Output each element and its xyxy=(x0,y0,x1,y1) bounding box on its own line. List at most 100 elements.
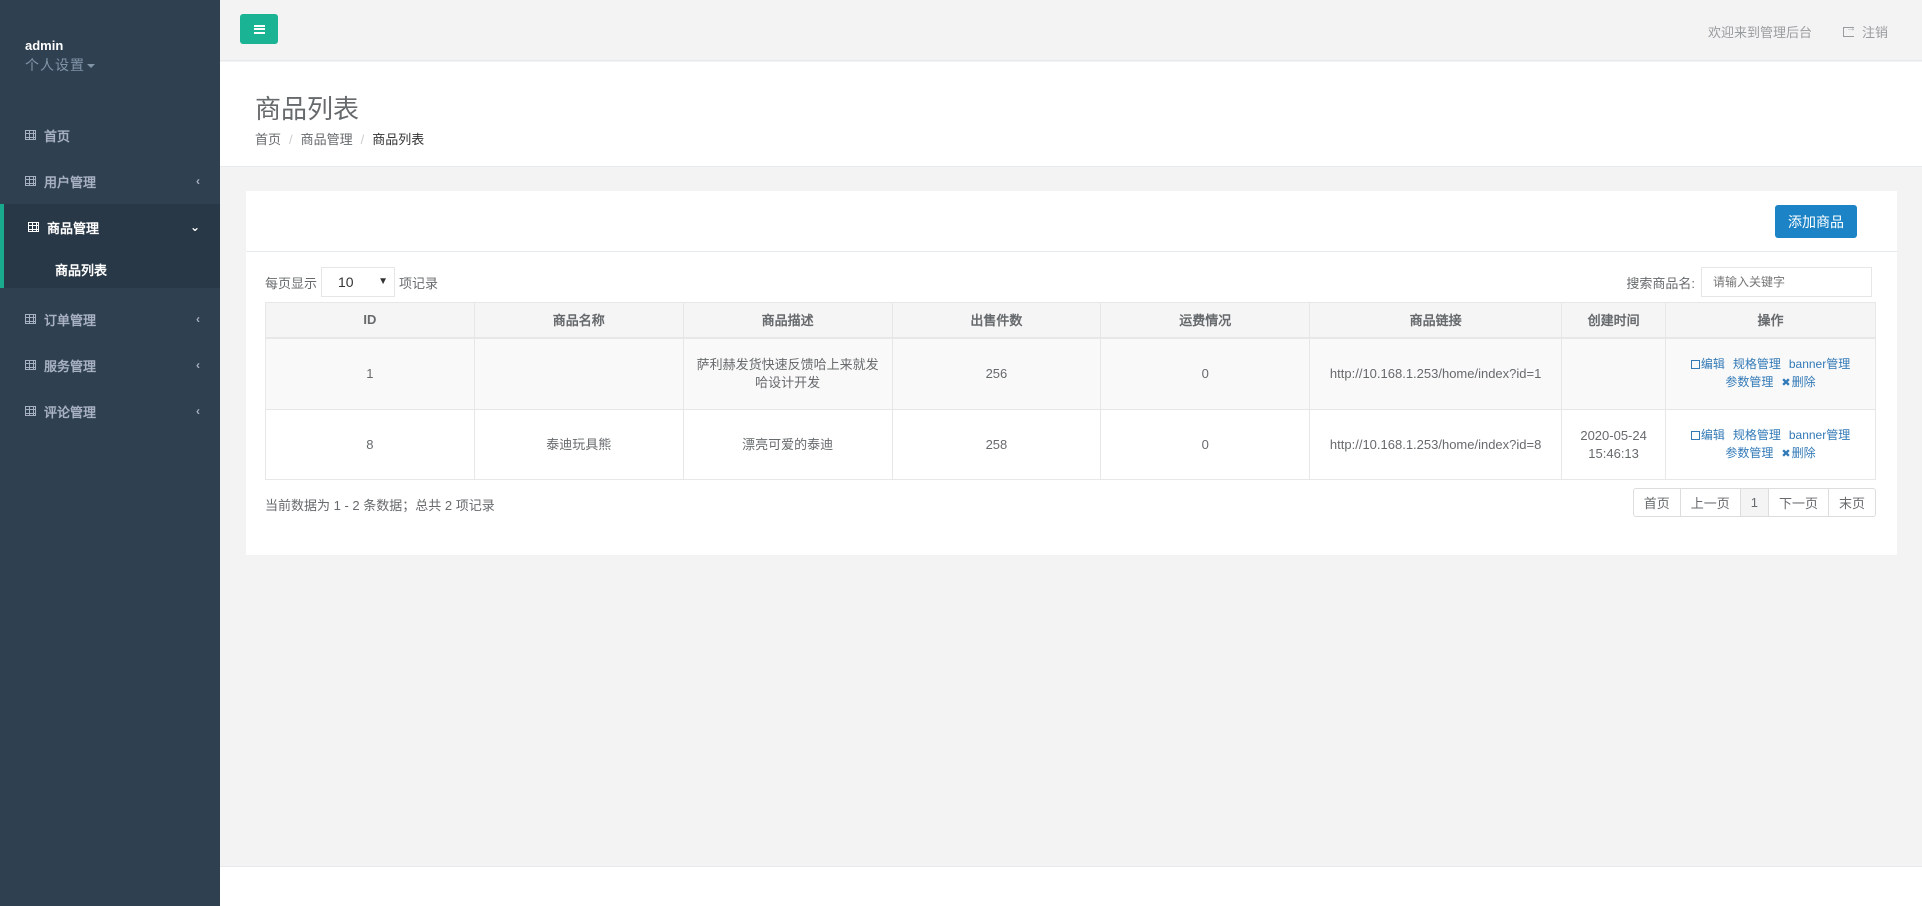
table-icon xyxy=(25,176,36,186)
table-icon xyxy=(25,130,36,140)
cell-name xyxy=(473,337,684,410)
cell-actions: 编辑 规格管理 banner管理 参数管理 ✖删除 xyxy=(1665,337,1876,410)
sidebar-item-users[interactable]: 用户管理 ‹ xyxy=(0,158,220,204)
sidebar-subitem-goods-list[interactable]: 商品列表 xyxy=(4,250,220,288)
sign-out-icon xyxy=(1842,23,1856,37)
sidebar-item-label: 首页 xyxy=(44,128,71,144)
table-icon xyxy=(25,406,36,416)
content-panel: 添加商品 每页显示 10 ▼ 项记录 搜索商品名: ID 商品名称 商品描述 出… xyxy=(246,191,1897,555)
profile-settings-label: 个人设置 xyxy=(25,57,85,73)
column-header-created[interactable]: 创建时间 xyxy=(1561,302,1667,339)
cell-sold: 258 xyxy=(891,409,1102,480)
add-goods-button[interactable]: 添加商品 xyxy=(1775,205,1857,238)
page-size-value: 10 xyxy=(338,274,354,290)
caret-down-icon xyxy=(87,64,95,69)
chevron-left-icon: ‹ xyxy=(196,358,200,372)
table-row: 8 泰迪玩具熊 漂亮可爱的泰迪 258 0 http://10.168.1.25… xyxy=(265,409,1876,480)
page-size-control: 每页显示 10 ▼ 项记录 xyxy=(265,267,438,297)
table-info: 当前数据为 1 - 2 条数据；总共 2 项记录 xyxy=(265,498,495,513)
sidebar-item-services[interactable]: 服务管理 ‹ xyxy=(0,342,220,388)
search-label: 搜索商品名: xyxy=(1626,275,1695,291)
pagination: 首页 上一页 1 下一页 末页 xyxy=(1632,488,1876,517)
page-size-select[interactable]: 10 ▼ xyxy=(321,267,396,297)
delete-label: 删除 xyxy=(1791,375,1816,390)
sidebar-item-goods[interactable]: 商品管理 ⌄ xyxy=(4,204,220,250)
table-row: 1 萨利赫发货快速反馈哈上来就发哈设计开发 256 0 http://10.16… xyxy=(265,337,1876,410)
profile-name: admin xyxy=(25,38,64,53)
panel-header: 添加商品 xyxy=(246,191,1897,252)
spec-link[interactable]: 规格管理 xyxy=(1733,357,1781,371)
logout-link[interactable]: 注销 xyxy=(1842,22,1888,41)
sidebar-subitem-label: 商品列表 xyxy=(55,262,108,278)
edit-icon xyxy=(1690,431,1700,440)
welcome-text: 欢迎来到管理后台 xyxy=(1707,25,1812,40)
cell-created: 2020-05-24 15:46:13 xyxy=(1561,409,1667,480)
close-icon: ✖ xyxy=(1781,377,1791,390)
breadcrumb-current: 商品列表 xyxy=(372,132,425,147)
page-heading: 商品列表 首页 / 商品管理 / 商品列表 xyxy=(220,62,1922,167)
column-header-sold[interactable]: 出售件数 xyxy=(891,302,1102,339)
column-header-desc[interactable]: 商品描述 xyxy=(682,302,893,339)
pager-current-page[interactable]: 1 xyxy=(1739,488,1769,517)
sidebar-item-home[interactable]: 首页 xyxy=(0,112,220,158)
hamburger-icon xyxy=(253,24,265,34)
column-header-freight[interactable]: 运费情况 xyxy=(1100,302,1311,339)
edit-link[interactable]: 编辑 xyxy=(1690,428,1725,442)
banner-link[interactable]: banner管理 xyxy=(1789,428,1850,442)
chevron-left-icon: ‹ xyxy=(196,404,200,418)
delete-label: 删除 xyxy=(1791,446,1816,460)
menu-toggle-button[interactable] xyxy=(240,14,278,44)
sidebar-item-label: 评论管理 xyxy=(44,404,97,420)
banner-link[interactable]: banner管理 xyxy=(1789,357,1850,371)
edit-icon xyxy=(1690,360,1700,370)
search-input[interactable] xyxy=(1701,267,1872,297)
column-header-link[interactable]: 商品链接 xyxy=(1309,302,1563,339)
page-footer xyxy=(220,866,1922,906)
cell-desc: 漂亮可爱的泰迪 xyxy=(682,409,893,480)
breadcrumb-goods[interactable]: 商品管理 xyxy=(301,132,353,147)
sidebar-item-reviews[interactable]: 评论管理 ‹ xyxy=(0,388,220,434)
chevron-down-icon: ⌄ xyxy=(189,220,200,234)
edit-link[interactable]: 编辑 xyxy=(1690,357,1725,372)
edit-label: 编辑 xyxy=(1700,357,1725,372)
pager-last-button[interactable]: 末页 xyxy=(1827,488,1876,517)
close-icon: ✖ xyxy=(1781,448,1791,460)
sidebar-item-label: 服务管理 xyxy=(44,358,97,374)
table-icon xyxy=(25,314,36,324)
cell-freight: 0 xyxy=(1100,337,1311,410)
sidebar-item-label: 用户管理 xyxy=(44,174,97,190)
table-icon xyxy=(25,360,36,370)
cell-freight: 0 xyxy=(1100,409,1311,480)
chevron-left-icon: ‹ xyxy=(196,174,200,188)
breadcrumb-separator: / xyxy=(360,132,365,147)
cell-link: http://10.168.1.253/home/index?id=1 xyxy=(1309,337,1563,410)
search-control: 搜索商品名: xyxy=(1626,267,1872,297)
profile-settings-dropdown[interactable]: 个人设置 xyxy=(25,55,220,75)
spec-link[interactable]: 规格管理 xyxy=(1733,428,1781,442)
breadcrumb: 首页 / 商品管理 / 商品列表 xyxy=(255,129,424,148)
sidebar-item-orders[interactable]: 订单管理 ‹ xyxy=(0,296,220,342)
pager-first-button[interactable]: 首页 xyxy=(1632,488,1681,517)
delete-link[interactable]: ✖删除 xyxy=(1781,375,1815,389)
breadcrumb-home[interactable]: 首页 xyxy=(255,132,281,147)
cell-created xyxy=(1561,337,1667,410)
logout-label: 注销 xyxy=(1861,25,1888,40)
sidebar-group-goods: 商品管理 ⌄ 商品列表 xyxy=(0,204,220,288)
params-link[interactable]: 参数管理 xyxy=(1725,446,1773,460)
cell-name: 泰迪玩具熊 xyxy=(473,409,684,480)
table-icon xyxy=(28,222,39,232)
topbar: 欢迎来到管理后台 注销 xyxy=(220,0,1922,61)
page-size-prefix: 每页显示 xyxy=(265,275,318,291)
cell-id: 8 xyxy=(265,409,475,480)
pager-prev-button[interactable]: 上一页 xyxy=(1679,488,1741,517)
column-header-id[interactable]: ID xyxy=(265,302,475,339)
column-header-name[interactable]: 商品名称 xyxy=(473,302,684,339)
chevron-left-icon: ‹ xyxy=(196,312,200,326)
table-header-row: ID 商品名称 商品描述 出售件数 运费情况 商品链接 创建时间 操作 xyxy=(265,302,1876,339)
cell-id: 1 xyxy=(265,337,475,410)
edit-label: 编辑 xyxy=(1700,428,1725,442)
cell-actions: 编辑 规格管理 banner管理 参数管理 ✖删除 xyxy=(1665,409,1876,480)
params-link[interactable]: 参数管理 xyxy=(1725,375,1773,389)
delete-link[interactable]: ✖删除 xyxy=(1781,446,1815,460)
pager-next-button[interactable]: 下一页 xyxy=(1767,488,1829,517)
